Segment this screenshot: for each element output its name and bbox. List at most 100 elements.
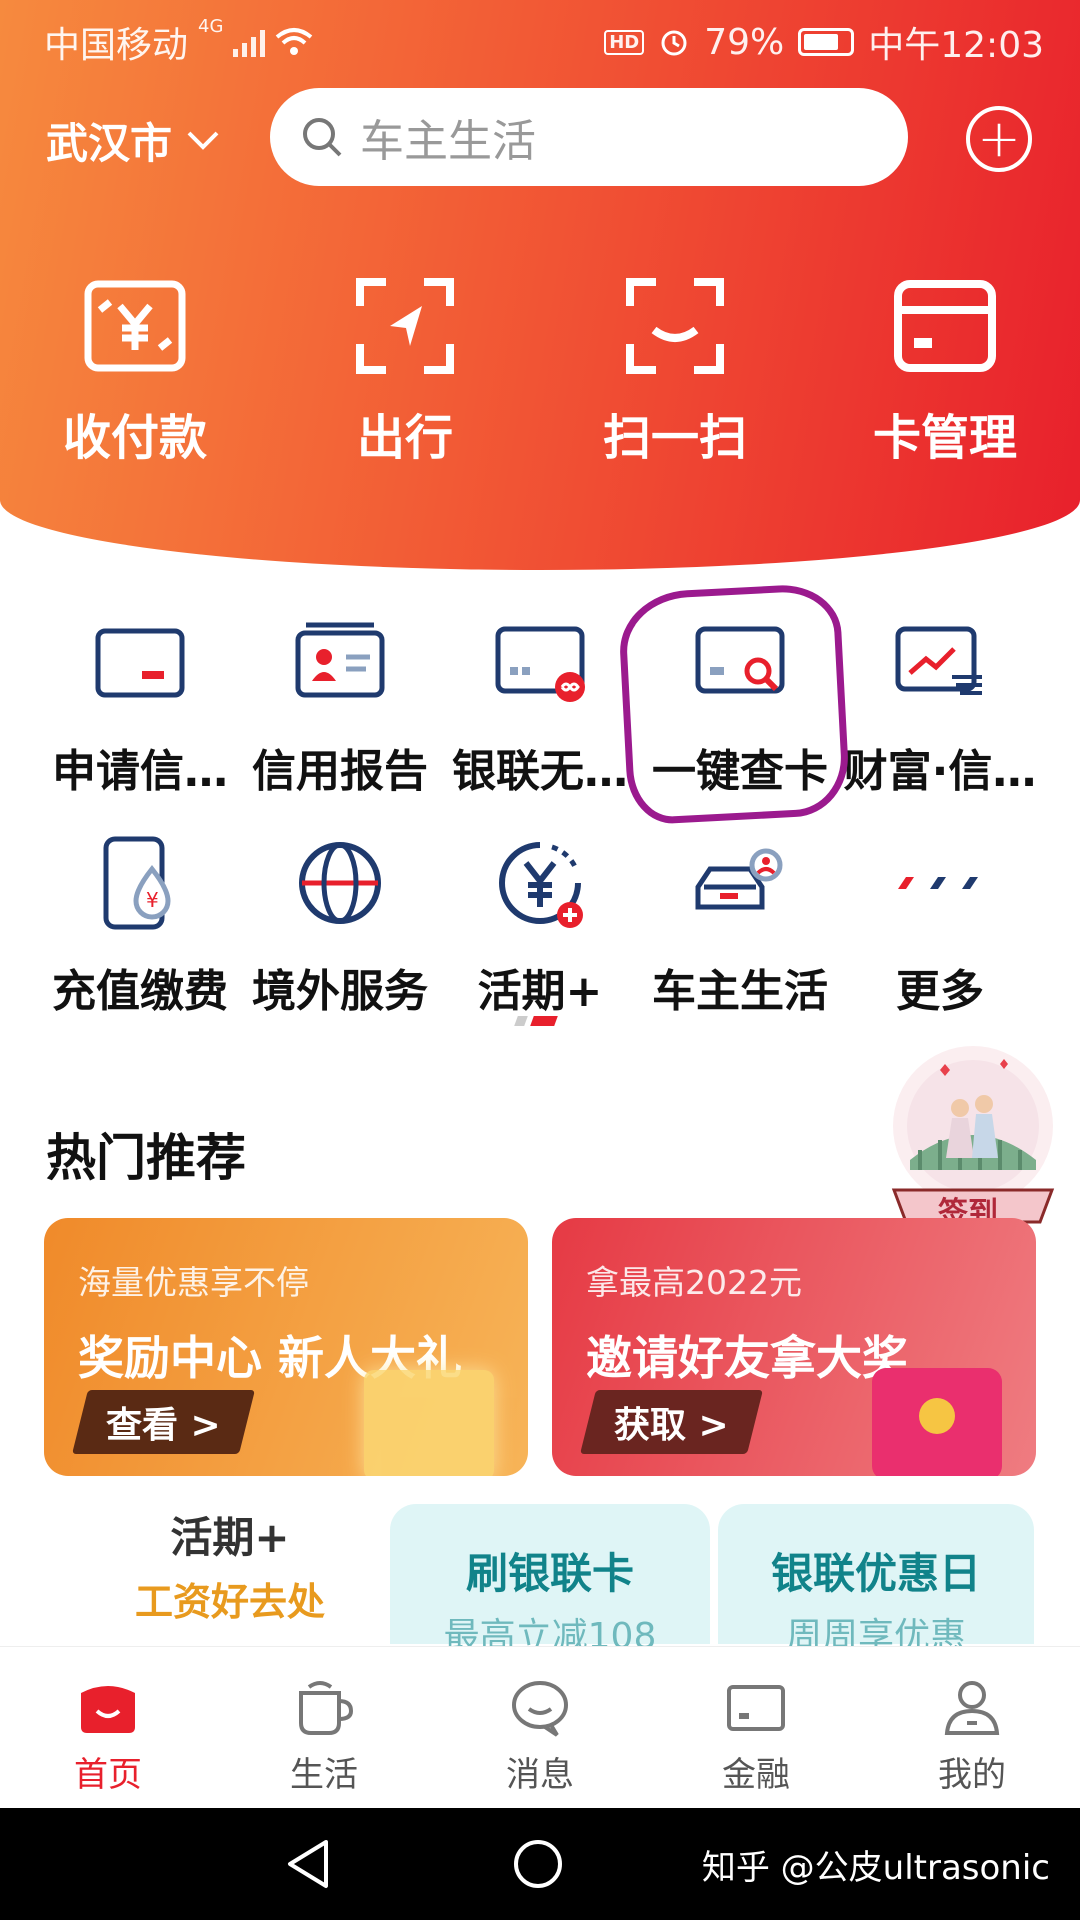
card-icon — [894, 280, 996, 372]
mini-card-discount-day[interactable]: 银联优惠日 周周享优惠 — [718, 1504, 1034, 1657]
service-label: 境外服务 — [252, 966, 428, 1017]
wifi-icon — [276, 28, 313, 55]
card-icon — [727, 1685, 785, 1731]
carrier-label: 中国移动 — [44, 25, 189, 66]
plus-icon: + — [977, 109, 1021, 169]
mini-card-current-plus[interactable]: 活期+ 工资好去处 — [80, 1504, 380, 1644]
quick-label: 卡管理 — [872, 410, 1017, 466]
battery-percent: 79% — [704, 21, 785, 63]
service-label: 银联无… — [452, 746, 628, 797]
service-top-up-bills[interactable]: ¥ 充值缴费 — [40, 835, 240, 1055]
alarm-icon — [661, 30, 687, 56]
service-credit-report[interactable]: 信用报告 — [240, 615, 440, 835]
yuan-plus-icon — [499, 842, 583, 928]
coupon-illustration — [364, 1370, 494, 1476]
tab-finance[interactable]: 金融 — [648, 1647, 864, 1808]
quick-label: 扫一扫 — [602, 410, 747, 466]
search-input[interactable]: 车主生活 — [270, 88, 908, 186]
chart-card-icon — [895, 626, 982, 695]
tab-label: 首页 — [74, 1755, 142, 1795]
service-apply-credit[interactable]: 申请信… — [40, 615, 240, 835]
tab-label: 金融 — [722, 1755, 790, 1795]
system-nav-bar: 知乎 @公皮ultrasonic — [0, 1808, 1080, 1920]
tab-messages[interactable]: 消息 — [432, 1647, 648, 1808]
service-car-owner[interactable]: 车主生活 — [640, 835, 840, 1055]
service-label: 活期+ — [477, 966, 603, 1017]
service-wealth-credit[interactable]: 财富·信… — [840, 615, 1040, 835]
service-more[interactable]: 更多 — [840, 835, 1040, 1055]
app-home-screen: 中国移动 4G HD 79% 中午12:03 武汉市 车主生活 + 收付款 出行… — [0, 0, 1080, 1920]
mini-card-title: 银联优惠日 — [770, 1549, 981, 1598]
promo-banner-invite[interactable]: 拿最高2022元 邀请好友拿大奖 获取 > — [552, 1218, 1036, 1476]
home-icon — [81, 1686, 135, 1733]
svg-text:¥: ¥ — [146, 888, 159, 912]
checkin-badge[interactable]: 签到 — [880, 1040, 1066, 1231]
chat-bubble-icon — [512, 1681, 568, 1737]
top-bar: 武汉市 车主生活 + — [0, 88, 1080, 188]
service-label: 更多 — [896, 966, 984, 1017]
services-row: 申请信… 信用报告 银联无… 一键查卡 财富·信… — [0, 615, 1080, 835]
button-label: 获取 > — [614, 1405, 729, 1446]
page-dot-active — [530, 1016, 558, 1026]
quick-card-manage[interactable]: 卡管理 — [810, 270, 1080, 480]
button-label: 查看 > — [106, 1405, 221, 1446]
tab-home[interactable]: 首页 — [0, 1647, 216, 1808]
city-label: 武汉市 — [46, 119, 173, 168]
cup-icon — [299, 1681, 354, 1735]
service-overseas[interactable]: 境外服务 — [240, 835, 440, 1055]
tab-life[interactable]: 生活 — [216, 1647, 432, 1808]
home-circle-icon[interactable] — [512, 1838, 564, 1890]
bottom-tab-bar: 首页 生活 消息 金融 我的 — [0, 1646, 1080, 1808]
quick-travel[interactable]: 出行 — [270, 270, 540, 480]
status-bar: 中国移动 4G HD 79% 中午12:03 — [0, 0, 1080, 74]
quick-scan[interactable]: 扫一扫 — [540, 270, 810, 480]
globe-icon — [299, 842, 381, 924]
quick-label: 收付款 — [62, 410, 207, 466]
search-icon — [303, 118, 342, 157]
view-button[interactable]: 查看 > — [72, 1390, 255, 1454]
add-button[interactable]: + — [966, 106, 1032, 172]
battery-icon — [798, 28, 855, 56]
tab-label: 消息 — [506, 1755, 574, 1795]
quick-actions: 收付款 出行 扫一扫 卡管理 — [0, 270, 1080, 480]
red-envelope-illustration — [872, 1368, 1002, 1476]
service-label: 车主生活 — [652, 966, 828, 1017]
user-icon — [944, 1681, 1000, 1735]
page-dot — [514, 1016, 528, 1026]
watermark: 知乎 @公皮ultrasonic — [701, 1848, 1050, 1888]
service-unionpay-contactless[interactable]: 银联无… — [440, 615, 640, 835]
mini-card-swipe-unionpay[interactable]: 刷银联卡 最高立减108 — [390, 1504, 710, 1657]
tab-mine[interactable]: 我的 — [864, 1647, 1080, 1808]
signal-icon — [233, 27, 266, 57]
mini-card-title: 刷银联卡 — [465, 1549, 634, 1598]
clock: 中午12:03 — [868, 25, 1044, 66]
service-label: 信用报告 — [252, 746, 428, 797]
service-label: 申请信… — [52, 746, 228, 797]
hand-drawn-highlight-circle — [617, 582, 851, 826]
network-label: 4G — [198, 16, 224, 37]
mini-card-subtitle: 工资好去处 — [134, 1580, 325, 1624]
page-indicator — [514, 1016, 558, 1026]
back-icon[interactable] — [284, 1838, 334, 1890]
banner-subtitle: 拿最高2022元 — [586, 1263, 802, 1302]
mini-card-title: 活期+ — [170, 1513, 290, 1562]
phone-drop-icon: ¥ — [103, 836, 171, 930]
service-label: 财富·信… — [843, 746, 1037, 797]
more-dots-icon — [898, 877, 978, 889]
section-title: 热门推荐 — [46, 1129, 246, 1187]
get-button[interactable]: 获取 > — [580, 1390, 763, 1454]
quick-pay-receive[interactable]: 收付款 — [0, 270, 270, 480]
services-grid: 申请信… 信用报告 银联无… 一键查卡 财富·信… ¥ 充值缴费 境外服务 活期… — [0, 615, 1080, 1055]
chevron-down-icon — [187, 131, 219, 150]
service-label: 充值缴费 — [52, 966, 228, 1017]
car-icon — [695, 848, 783, 910]
scan-icon — [626, 278, 724, 374]
id-card-icon — [295, 622, 385, 698]
card-infinity-icon — [495, 626, 585, 702]
yuan-scan-icon — [84, 280, 186, 372]
navigation-icon — [356, 278, 454, 374]
city-selector[interactable]: 武汉市 — [46, 110, 220, 171]
promo-banner-rewards[interactable]: 海量优惠享不停 奖励中心 新人大礼 查看 > — [44, 1218, 528, 1476]
quick-label: 出行 — [356, 410, 453, 466]
search-placeholder: 车主生活 — [360, 116, 536, 167]
